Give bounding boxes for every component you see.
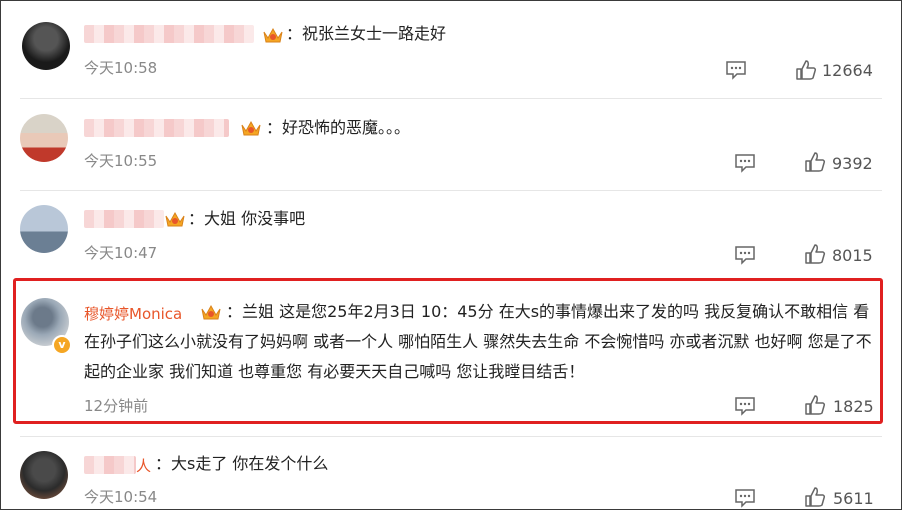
crown-badge-icon xyxy=(165,211,185,227)
username-blurred[interactable] xyxy=(84,456,136,474)
username-suffix[interactable]: 人 xyxy=(136,455,151,476)
avatar[interactable] xyxy=(22,22,70,70)
comment-text: ：大姐 你没事吧 xyxy=(188,209,306,228)
comment-icon[interactable] xyxy=(734,245,756,265)
thumbs-up-icon[interactable] xyxy=(804,151,826,173)
comment-time: 今天10:58 xyxy=(84,59,158,77)
comment-icon[interactable] xyxy=(734,153,756,173)
crown-badge-icon xyxy=(241,120,261,136)
username-blurred[interactable] xyxy=(84,119,229,137)
comment-icon[interactable] xyxy=(734,488,756,508)
username-blurred[interactable] xyxy=(84,25,254,43)
comment-time: 12分钟前 xyxy=(84,397,149,415)
comment-text: ：大s走了 你在发个什么 xyxy=(155,454,329,473)
verified-badge: v xyxy=(52,335,72,355)
like-count: 5611 xyxy=(833,489,874,508)
comment-time: 今天10:54 xyxy=(84,488,158,506)
crown-badge-icon xyxy=(263,27,283,43)
username-blurred[interactable] xyxy=(84,210,164,228)
thumbs-up-icon[interactable] xyxy=(804,486,826,508)
comment-text: ：祝张兰女士一路走好 xyxy=(286,24,447,43)
avatar[interactable] xyxy=(20,205,68,253)
comment-time: 今天10:47 xyxy=(84,244,158,262)
comment-text: ：好恐怖的恶魔。。。 xyxy=(266,118,411,137)
divider xyxy=(20,98,882,99)
thumbs-up-icon[interactable] xyxy=(795,59,817,81)
avatar[interactable] xyxy=(20,451,68,499)
divider xyxy=(20,190,882,191)
like-count: 9392 xyxy=(832,154,873,173)
comment-icon[interactable] xyxy=(725,60,747,80)
comment-time: 今天10:55 xyxy=(84,152,158,170)
like-count: 12664 xyxy=(822,61,873,80)
like-count: 8015 xyxy=(832,246,873,265)
like-count: 1825 xyxy=(833,397,874,416)
comment-text: ：兰姐 这是您25年2月3日 10：45分 在大s的事情爆出来了发的吗 我反复确… xyxy=(84,302,872,381)
thumbs-up-icon[interactable] xyxy=(804,394,826,416)
comment-icon[interactable] xyxy=(734,396,756,416)
avatar[interactable] xyxy=(20,114,68,162)
thumbs-up-icon[interactable] xyxy=(804,243,826,265)
divider xyxy=(20,436,882,437)
